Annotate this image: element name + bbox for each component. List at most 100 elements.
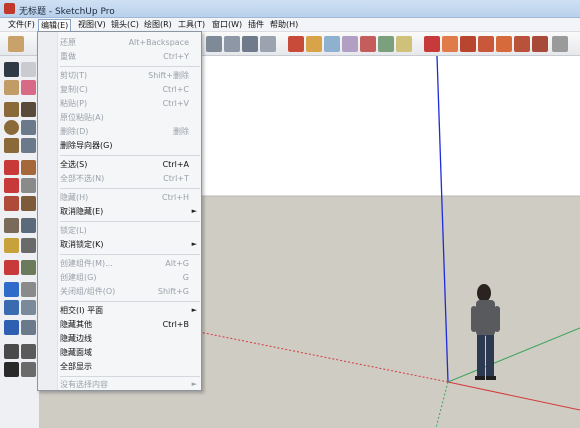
circle-icon[interactable]: [4, 120, 19, 135]
line-icon[interactable]: [21, 102, 36, 117]
previous-icon[interactable]: [21, 320, 36, 335]
menu-item-unlock[interactable]: 取消锁定(K) ►: [38, 238, 203, 251]
menu-file[interactable]: 文件(F): [6, 19, 37, 31]
paint-icon[interactable]: [4, 80, 19, 95]
menu-tools[interactable]: 工具(T): [176, 19, 207, 31]
menu-item-hide-edges[interactable]: 隐藏边线: [38, 332, 203, 345]
menu-item-select-all[interactable]: 全选(S) Ctrl+A: [38, 158, 203, 171]
menu-item-label: 原位粘贴(A): [60, 113, 104, 122]
protractor-icon[interactable]: [4, 238, 19, 253]
menu-view[interactable]: 视图(V): [76, 19, 108, 31]
push-pull-icon[interactable]: [21, 160, 36, 175]
menu-separator: [60, 188, 200, 189]
zoom-window-icon[interactable]: [478, 36, 494, 52]
orbit-icon[interactable]: [4, 282, 19, 297]
menu-item-shortcut: Ctrl+H: [162, 193, 189, 202]
edit-menu-dropdown: 还原 Alt+Backspace 重做 Ctrl+Y 剪切(T) Shift+删…: [37, 31, 202, 391]
left-toolbar: [0, 56, 40, 428]
menu-item-label: 复制(C): [60, 85, 88, 94]
look-around-icon[interactable]: [21, 344, 36, 359]
menu-item-shortcut: Ctrl+V: [162, 99, 189, 108]
tape-icon[interactable]: [396, 36, 412, 52]
menu-draw[interactable]: 绘图(R): [142, 19, 174, 31]
previous-icon[interactable]: [514, 36, 530, 52]
menu-separator: [60, 221, 200, 222]
rotate-icon[interactable]: [324, 36, 340, 52]
eraser-icon[interactable]: [21, 80, 36, 95]
group-icon[interactable]: [224, 36, 240, 52]
menu-window[interactable]: 窗口(W): [210, 19, 244, 31]
move-icon[interactable]: [4, 160, 19, 175]
component-icon[interactable]: [206, 36, 222, 52]
menu-item-hide[interactable]: 隐藏(H) Ctrl+H: [38, 191, 203, 204]
zoom-extents-icon[interactable]: [496, 36, 512, 52]
menu-plugins[interactable]: 插件: [246, 19, 266, 31]
follow-me-icon[interactable]: [21, 178, 36, 193]
offset-icon[interactable]: [378, 36, 394, 52]
menu-help[interactable]: 帮助(H): [268, 19, 300, 31]
select-icon[interactable]: [4, 62, 19, 77]
zoom-extents-icon[interactable]: [4, 320, 19, 335]
menu-item-make-component[interactable]: 创建组件(M)... Alt+G: [38, 257, 203, 270]
zoom-window-icon[interactable]: [21, 300, 36, 315]
menu-item-shortcut: Ctrl+T: [163, 174, 189, 183]
push-pull-icon[interactable]: [288, 36, 304, 52]
freehand-icon[interactable]: [21, 138, 36, 153]
section-plane-icon[interactable]: [21, 362, 36, 377]
text-icon[interactable]: [21, 238, 36, 253]
scale-icon[interactable]: [4, 196, 19, 211]
submenu-arrow-icon: ►: [191, 380, 197, 388]
menu-item-select-none[interactable]: 全部不选(N) Ctrl+T: [38, 172, 203, 185]
menu-item-delete-guides[interactable]: 删除导向器(G): [38, 139, 203, 152]
menu-item-undo[interactable]: 还原 Alt+Backspace: [38, 36, 203, 49]
arc-icon[interactable]: [21, 120, 36, 135]
menu-item-make-group[interactable]: 创建组(G) G: [38, 271, 203, 284]
menu-separator: [60, 66, 200, 67]
orbit-icon[interactable]: [424, 36, 440, 52]
zoom-icon[interactable]: [4, 300, 19, 315]
scale-icon[interactable]: [360, 36, 376, 52]
move-icon[interactable]: [306, 36, 322, 52]
menu-item-cut[interactable]: 剪切(T) Shift+删除: [38, 69, 203, 82]
menu-camera[interactable]: 镜头(C): [109, 19, 141, 31]
polygon-icon[interactable]: [4, 138, 19, 153]
menu-item-no-selection[interactable]: 没有选择内容 ►: [38, 378, 203, 391]
tape-icon[interactable]: [4, 218, 19, 233]
menu-item-label: 锁定(L): [60, 226, 87, 235]
menu-item-lock[interactable]: 锁定(L): [38, 224, 203, 237]
next-icon[interactable]: [532, 36, 548, 52]
menu-item-paste[interactable]: 粘贴(P) Ctrl+V: [38, 97, 203, 110]
offset-icon[interactable]: [21, 196, 36, 211]
menu-item-hide-others[interactable]: 隐藏其他 Ctrl+B: [38, 318, 203, 331]
rectangle-icon[interactable]: [4, 102, 19, 117]
rotate-icon[interactable]: [4, 178, 19, 193]
make-component-icon[interactable]: [21, 62, 36, 77]
pan-icon[interactable]: [442, 36, 458, 52]
menu-item-label: 隐藏面域: [60, 348, 92, 357]
menu-item-label: 隐藏(H): [60, 193, 89, 202]
menu-item-unhide[interactable]: 取消隐藏(E) ►: [38, 205, 203, 218]
section-icon[interactable]: [242, 36, 258, 52]
menu-item-hide-faces[interactable]: 隐藏面域: [38, 346, 203, 359]
layers-icon[interactable]: [260, 36, 276, 52]
menu-item-copy[interactable]: 复制(C) Ctrl+C: [38, 83, 203, 96]
menu-item-shortcut: G: [182, 273, 189, 282]
position-camera-icon[interactable]: [4, 344, 19, 359]
menu-item-delete[interactable]: 删除(D) 删除: [38, 125, 203, 138]
menu-item-redo[interactable]: 重做 Ctrl+Y: [38, 50, 203, 63]
menu-edit[interactable]: 编辑(E): [38, 19, 72, 31]
position-camera-icon[interactable]: [552, 36, 568, 52]
follow-me-icon[interactable]: [342, 36, 358, 52]
zoom-icon[interactable]: [460, 36, 476, 52]
menu-item-paste-in-place[interactable]: 原位粘贴(A): [38, 111, 203, 124]
pan-icon[interactable]: [21, 282, 36, 297]
walk-icon[interactable]: [4, 362, 19, 377]
dimension-icon[interactable]: [21, 218, 36, 233]
menu-item-intersect-faces[interactable]: 相交(I) 平面 ►: [38, 304, 203, 317]
menu-item-show-all[interactable]: 全部显示: [38, 360, 203, 373]
axes-icon[interactable]: [4, 260, 19, 275]
menu-item-close-group[interactable]: 关闭组/组件(O) Shift+G: [38, 285, 203, 298]
3d-text-icon[interactable]: [21, 260, 36, 275]
open-icon[interactable]: [8, 36, 24, 52]
menu-item-shortcut: Shift+删除: [148, 71, 189, 80]
